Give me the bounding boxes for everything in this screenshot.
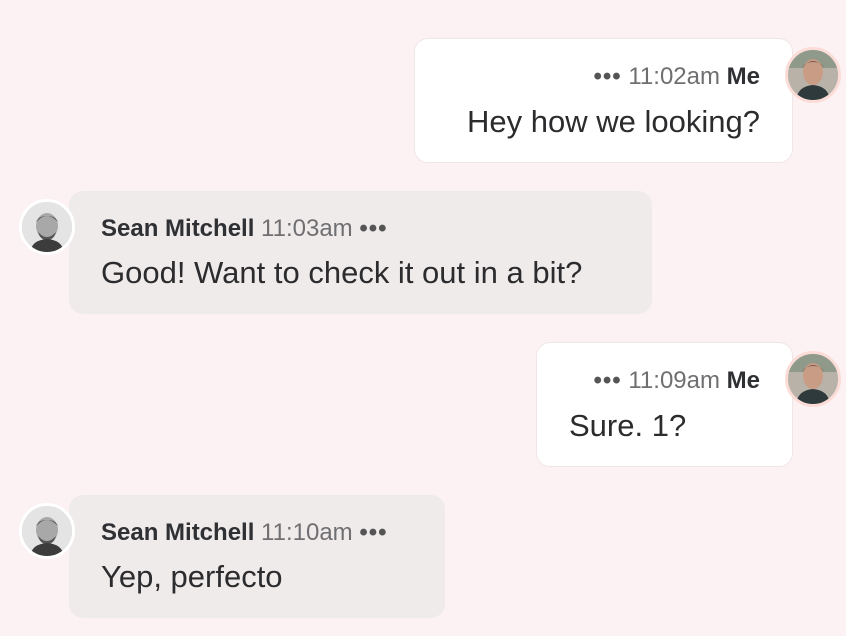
message-time: 11:10am [261,519,353,546]
message-meta: ••• 11:09am Me [593,367,760,395]
message-bubble: Sean Mitchell 11:10am ••• Yep, perfecto [69,495,445,618]
message-meta: ••• 11:02am Me [593,63,760,91]
more-options-icon[interactable]: ••• [593,367,621,394]
sender-name: Me [726,63,760,90]
message-text: Yep, perfecto [101,559,283,594]
person-photo-icon [788,354,838,404]
message-bubble: ••• 11:09am Me Sure. 1? [536,342,793,467]
more-options-icon[interactable]: ••• [593,63,621,90]
message-text: Good! Want to check it out in a bit? [101,255,583,290]
avatar[interactable] [19,503,75,559]
message-meta: Sean Mitchell 11:03am ••• [101,215,388,243]
message-text: Hey how we looking? [467,104,760,139]
sender-name: Sean Mitchell [101,215,255,242]
more-options-icon[interactable]: ••• [359,215,387,242]
message-bubble: ••• 11:02am Me Hey how we looking? [414,38,793,163]
more-options-icon[interactable]: ••• [359,519,387,546]
message-bubble: Sean Mitchell 11:03am ••• Good! Want to … [69,191,652,314]
avatar[interactable] [19,199,75,255]
sender-name: Me [726,367,760,394]
avatar[interactable] [785,351,841,407]
message-text: Sure. 1? [569,408,687,443]
message-time: 11:02am [628,63,720,90]
message-time: 11:09am [628,367,720,394]
person-photo-icon [788,50,838,100]
message-meta: Sean Mitchell 11:10am ••• [101,519,388,547]
sender-name: Sean Mitchell [101,519,255,546]
person-photo-icon [22,202,72,252]
avatar[interactable] [785,47,841,103]
message-time: 11:03am [261,215,353,242]
person-photo-icon [22,506,72,556]
